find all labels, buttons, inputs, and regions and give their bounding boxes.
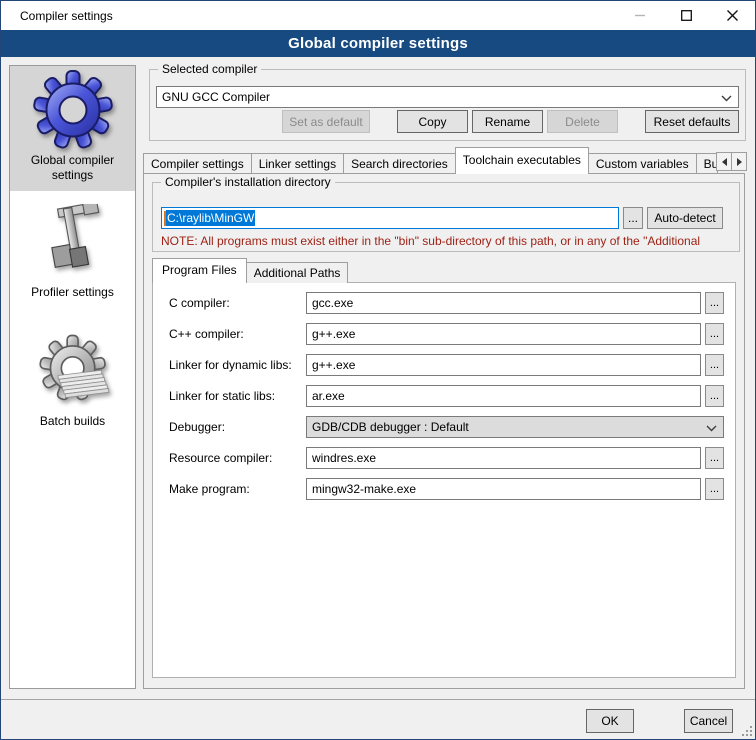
c-compiler-row: C compiler: gcc.exe ... bbox=[169, 292, 724, 314]
program-files-subtabbar: Program Files Additional Paths bbox=[152, 258, 347, 283]
bin-subdirectory-note: NOTE: All programs must exist either in … bbox=[161, 234, 737, 248]
selected-compiler-group-label: Selected compiler bbox=[158, 62, 261, 76]
c-compiler-label: C compiler: bbox=[169, 296, 306, 310]
selected-compiler-dropdown[interactable]: GNU GCC Compiler bbox=[156, 86, 739, 108]
dynamic-linker-label: Linker for dynamic libs: bbox=[169, 358, 306, 372]
copy-compiler-button[interactable]: Copy bbox=[397, 110, 468, 133]
cpp-compiler-label: C++ compiler: bbox=[169, 327, 306, 341]
sidebar-item-batch-builds[interactable]: Batch builds bbox=[10, 326, 135, 437]
toolchain-executables-page: Compiler's installation directory C:\ray… bbox=[143, 173, 745, 689]
window-title: Compiler settings bbox=[20, 9, 113, 23]
c-compiler-input[interactable]: gcc.exe bbox=[306, 292, 701, 314]
dialog-banner: Global compiler settings bbox=[1, 30, 755, 57]
close-button[interactable] bbox=[709, 1, 755, 30]
gray-gear-stack-icon bbox=[33, 331, 113, 411]
sidebar-item-label: Batch builds bbox=[40, 414, 105, 429]
installation-directory-input[interactable]: C:\raylib\MinGW bbox=[161, 207, 619, 229]
sidebar-item-label: Profiler settings bbox=[31, 285, 114, 300]
dynamic-linker-row: Linker for dynamic libs: g++.exe ... bbox=[169, 354, 724, 376]
resource-compiler-input[interactable]: windres.exe bbox=[306, 447, 701, 469]
maximize-icon bbox=[681, 10, 692, 21]
resource-compiler-label: Resource compiler: bbox=[169, 451, 306, 465]
installation-directory-group-label: Compiler's installation directory bbox=[161, 175, 335, 189]
tab-build-options[interactable]: Build bbox=[696, 153, 718, 174]
maximize-button[interactable] bbox=[663, 1, 709, 30]
settings-category-list: Global compiler settings bbox=[9, 65, 136, 689]
tab-linker-settings[interactable]: Linker settings bbox=[251, 153, 344, 174]
minimize-button bbox=[617, 1, 663, 30]
installation-directory-value: C:\raylib\MinGW bbox=[166, 210, 255, 226]
static-linker-row: Linker for static libs: ar.exe ... bbox=[169, 385, 724, 407]
compiler-settings-tabbar: Compiler settings Linker settings Search… bbox=[143, 147, 747, 174]
resource-compiler-row: Resource compiler: windres.exe ... bbox=[169, 447, 724, 469]
set-as-default-button: Set as default bbox=[282, 110, 370, 133]
static-linker-browse-button[interactable]: ... bbox=[705, 385, 724, 407]
debugger-label: Debugger: bbox=[169, 420, 306, 434]
cancel-button[interactable]: Cancel bbox=[684, 709, 733, 733]
tab-compiler-settings[interactable]: Compiler settings bbox=[143, 153, 252, 174]
resource-compiler-browse-button[interactable]: ... bbox=[705, 447, 724, 469]
footer-divider bbox=[1, 699, 755, 700]
sidebar-item-global-compiler-settings[interactable]: Global compiler settings bbox=[10, 66, 135, 191]
delete-compiler-button: Delete bbox=[547, 110, 618, 133]
debugger-row: Debugger: GDB/CDB debugger : Default bbox=[169, 416, 724, 438]
make-program-label: Make program: bbox=[169, 482, 306, 496]
browse-directory-button[interactable]: ... bbox=[623, 207, 643, 229]
auto-detect-button[interactable]: Auto-detect bbox=[647, 207, 723, 229]
selected-compiler-value: GNU GCC Compiler bbox=[162, 90, 270, 104]
dynamic-linker-input[interactable]: g++.exe bbox=[306, 354, 701, 376]
static-linker-label: Linker for static libs: bbox=[169, 389, 306, 403]
make-program-browse-button[interactable]: ... bbox=[705, 478, 724, 500]
subtab-additional-paths[interactable]: Additional Paths bbox=[246, 262, 349, 283]
cpp-compiler-browse-button[interactable]: ... bbox=[705, 323, 724, 345]
sidebar-item-profiler-settings[interactable]: Profiler settings bbox=[10, 197, 135, 308]
caliper-icon bbox=[33, 202, 113, 282]
dynamic-linker-browse-button[interactable]: ... bbox=[705, 354, 724, 376]
chevron-down-icon bbox=[706, 425, 717, 432]
resize-grip[interactable] bbox=[742, 726, 752, 736]
rename-compiler-button[interactable]: Rename bbox=[472, 110, 543, 133]
c-compiler-browse-button[interactable]: ... bbox=[705, 292, 724, 314]
reset-defaults-button[interactable]: Reset defaults bbox=[645, 110, 739, 133]
cpp-compiler-row: C++ compiler: g++.exe ... bbox=[169, 323, 724, 345]
close-icon bbox=[727, 10, 738, 21]
selected-compiler-group: Selected compiler GNU GCC Compiler Set a… bbox=[149, 69, 746, 141]
tab-scroll-right-button[interactable] bbox=[731, 152, 747, 171]
ok-button[interactable]: OK bbox=[586, 709, 634, 733]
installation-directory-group: Compiler's installation directory C:\ray… bbox=[152, 182, 740, 252]
arrow-left-icon bbox=[722, 158, 727, 166]
make-program-row: Make program: mingw32-make.exe ... bbox=[169, 478, 724, 500]
tab-toolchain-executables[interactable]: Toolchain executables bbox=[455, 147, 589, 174]
tab-search-directories[interactable]: Search directories bbox=[343, 153, 456, 174]
subtab-program-files[interactable]: Program Files bbox=[152, 258, 247, 283]
minimize-icon bbox=[635, 10, 646, 21]
chevron-down-icon bbox=[721, 95, 732, 102]
tab-scroll-left-button[interactable] bbox=[716, 152, 732, 171]
cpp-compiler-input[interactable]: g++.exe bbox=[306, 323, 701, 345]
make-program-input[interactable]: mingw32-make.exe bbox=[306, 478, 701, 500]
title-bar[interactable]: Compiler settings bbox=[1, 1, 755, 30]
arrow-right-icon bbox=[737, 158, 742, 166]
tab-custom-variables[interactable]: Custom variables bbox=[588, 153, 697, 174]
blue-gear-icon bbox=[33, 70, 113, 150]
sidebar-item-label: Global compiler settings bbox=[23, 153, 123, 183]
program-files-panel: C compiler: gcc.exe ... C++ compiler: g+… bbox=[152, 282, 736, 678]
compiler-settings-dialog: Compiler settings Global compiler settin… bbox=[0, 0, 756, 740]
static-linker-input[interactable]: ar.exe bbox=[306, 385, 701, 407]
debugger-dropdown[interactable]: GDB/CDB debugger : Default bbox=[306, 416, 724, 438]
banner-title: Global compiler settings bbox=[288, 35, 468, 52]
debugger-value: GDB/CDB debugger : Default bbox=[312, 420, 469, 434]
